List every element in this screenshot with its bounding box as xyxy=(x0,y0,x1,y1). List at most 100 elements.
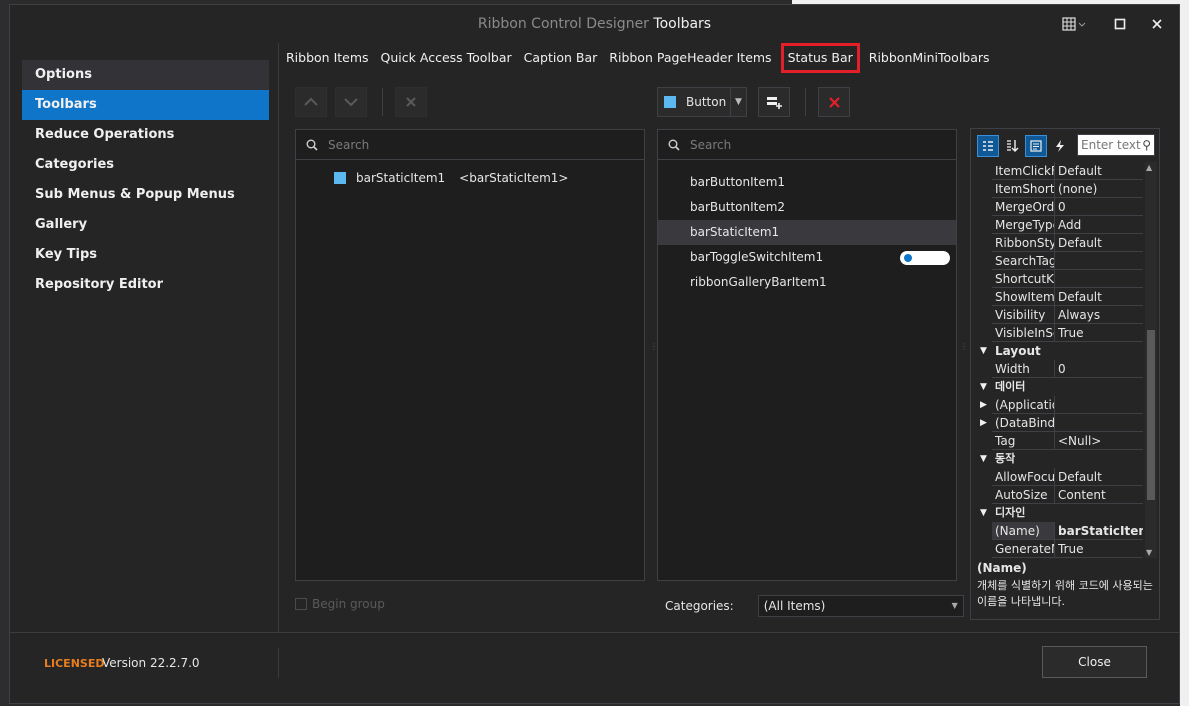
sidebar-item-repository-editor[interactable]: Repository Editor xyxy=(22,270,269,300)
sidebar-item-reduce-operations[interactable]: Reduce Operations xyxy=(22,120,269,150)
footer-divider xyxy=(10,632,1179,633)
property-row[interactable]: SearchTag xyxy=(975,252,1143,270)
property-value[interactable]: Content xyxy=(1055,486,1143,504)
property-value[interactable]: 0 xyxy=(1055,198,1143,216)
remove-button[interactable] xyxy=(395,87,427,117)
item-type-combo[interactable]: Button ▼ xyxy=(657,87,747,117)
property-row[interactable]: ItemShortc (none) xyxy=(975,180,1143,198)
tab-ribbon-items[interactable]: Ribbon Items xyxy=(280,43,375,73)
property-row[interactable]: Tag <Null> xyxy=(975,432,1143,450)
property-value[interactable]: <Null> xyxy=(1055,432,1143,450)
alphabetical-icon[interactable] xyxy=(1001,135,1023,157)
property-row[interactable]: ▶ (DataBindi xyxy=(975,414,1143,432)
tab-ribbon-mini-toolbars[interactable]: RibbonMiniToolbars xyxy=(863,43,996,73)
sidebar-item-toolbars[interactable]: Toolbars xyxy=(22,90,269,120)
collapse-arrow-icon[interactable]: ▼ xyxy=(975,504,992,522)
property-category-layout[interactable]: ▼ Layout xyxy=(975,342,1143,360)
property-row[interactable]: MergeType Add xyxy=(975,216,1143,234)
sidebar-item-options[interactable]: Options xyxy=(22,60,269,90)
close-button[interactable]: Close xyxy=(1042,646,1147,678)
chevron-down-icon[interactable]: ▼ xyxy=(730,88,746,116)
checkbox-box[interactable] xyxy=(295,598,307,610)
list-item[interactable]: barButtonItem2 xyxy=(658,195,956,220)
property-value[interactable]: Add xyxy=(1055,216,1143,234)
property-category-design[interactable]: ▼ 디자인 xyxy=(975,504,1143,522)
property-value[interactable]: (none) xyxy=(1055,180,1143,198)
chevron-down-icon[interactable]: ▼ xyxy=(952,596,958,616)
splitter-handle[interactable]: ⋮ xyxy=(650,343,658,359)
property-value[interactable]: Default xyxy=(1055,288,1143,306)
scroll-up-icon[interactable]: ▲ xyxy=(1146,163,1152,172)
property-row[interactable]: Visibility Always xyxy=(975,306,1143,324)
property-value[interactable] xyxy=(1055,270,1143,288)
tab-status-bar[interactable]: Status Bar xyxy=(780,43,860,73)
property-value[interactable]: Default xyxy=(1055,162,1143,180)
layout-menu-icon[interactable] xyxy=(1060,13,1088,35)
property-category-behavior[interactable]: ▼ 동작 xyxy=(975,450,1143,468)
begin-group-checkbox[interactable]: Begin group xyxy=(295,597,385,611)
tab-caption-bar[interactable]: Caption Bar xyxy=(518,43,604,73)
property-row[interactable]: MergeOrde 0 xyxy=(975,198,1143,216)
property-row[interactable]: AutoSize Content xyxy=(975,486,1143,504)
property-name: ItemClickFi xyxy=(992,162,1055,180)
property-value[interactable]: True xyxy=(1055,324,1143,342)
property-name: RibbonStyl xyxy=(992,234,1055,252)
events-icon[interactable] xyxy=(1049,135,1071,157)
property-row-selected[interactable]: (Name) barStaticItem xyxy=(975,522,1143,540)
tab-quick-access-toolbar[interactable]: Quick Access Toolbar xyxy=(375,43,518,73)
property-category-data[interactable]: ▼ 데이터 xyxy=(975,378,1143,396)
property-row[interactable]: AllowFocus Default xyxy=(975,468,1143,486)
property-value[interactable] xyxy=(1055,414,1143,432)
property-value[interactable]: Always xyxy=(1055,306,1143,324)
sidebar-item-categories[interactable]: Categories xyxy=(22,150,269,180)
list-item-toggle-switch[interactable]: barToggleSwitchItem1 xyxy=(658,245,956,270)
expand-arrow-icon[interactable]: ▶ xyxy=(975,396,992,414)
property-row[interactable]: VisibleInSe True xyxy=(975,324,1143,342)
status-bar-item[interactable]: barStaticItem1 <barStaticItem1> xyxy=(334,171,568,185)
categories-row: Categories: (All Items) ▼ xyxy=(665,595,964,617)
property-row[interactable]: ItemClickFi Default xyxy=(975,162,1143,180)
property-row[interactable]: ShowItem Default xyxy=(975,288,1143,306)
delete-item-button[interactable] xyxy=(818,87,850,117)
scroll-down-icon[interactable]: ▼ xyxy=(1146,548,1152,557)
move-down-button[interactable] xyxy=(335,87,367,117)
maximize-icon[interactable] xyxy=(1106,13,1134,35)
property-value[interactable]: barStaticItem xyxy=(1055,522,1143,540)
categorized-icon[interactable] xyxy=(977,135,999,157)
property-value[interactable]: Default xyxy=(1055,234,1143,252)
collapse-arrow-icon[interactable]: ▼ xyxy=(975,378,992,396)
property-value[interactable]: 0 xyxy=(1055,360,1143,378)
property-scrollbar[interactable]: ▲ ▼ xyxy=(1145,162,1157,558)
background-right xyxy=(1180,0,1189,706)
property-row[interactable]: GenerateM True xyxy=(975,540,1143,558)
property-value[interactable] xyxy=(1055,396,1143,414)
expand-arrow-icon[interactable]: ▶ xyxy=(975,414,992,432)
right-search-box[interactable]: Search xyxy=(658,130,956,160)
list-item-selected[interactable]: barStaticItem1 xyxy=(658,220,956,245)
tab-ribbon-pageheader-items[interactable]: Ribbon PageHeader Items xyxy=(603,43,777,73)
property-value[interactable]: True xyxy=(1055,540,1143,558)
sidebar-item-gallery[interactable]: Gallery xyxy=(22,210,269,240)
collapse-arrow-icon[interactable]: ▼ xyxy=(975,450,992,468)
property-value[interactable]: Default xyxy=(1055,468,1143,486)
properties-icon[interactable] xyxy=(1025,135,1047,157)
sidebar-item-sub-menus[interactable]: Sub Menus & Popup Menus xyxy=(22,180,269,210)
property-row[interactable]: ShortcutKe xyxy=(975,270,1143,288)
property-description: (Name) 개체를 식별하기 위해 코드에 사용되는 이름을 나타냅니다. xyxy=(977,561,1155,609)
property-row[interactable]: ▶ (Applicatio xyxy=(975,396,1143,414)
splitter-handle[interactable]: ⋮ xyxy=(960,343,968,359)
add-item-button[interactable] xyxy=(758,87,790,117)
scroll-thumb[interactable] xyxy=(1147,330,1155,500)
list-item[interactable]: ribbonGalleryBarItem1 xyxy=(658,270,956,295)
collapse-arrow-icon[interactable]: ▼ xyxy=(975,342,992,360)
categories-select[interactable]: (All Items) ▼ xyxy=(757,595,964,617)
property-filter-input[interactable]: Enter text ⚲ xyxy=(1077,134,1155,156)
move-up-button[interactable] xyxy=(295,87,327,117)
left-search-box[interactable]: Search xyxy=(296,130,644,160)
sidebar-item-key-tips[interactable]: Key Tips xyxy=(22,240,269,270)
property-value[interactable] xyxy=(1055,252,1143,270)
list-item[interactable]: barButtonItem1 xyxy=(658,170,956,195)
property-row[interactable]: Width 0 xyxy=(975,360,1143,378)
close-icon[interactable] xyxy=(1143,13,1171,35)
property-row[interactable]: RibbonStyl Default xyxy=(975,234,1143,252)
